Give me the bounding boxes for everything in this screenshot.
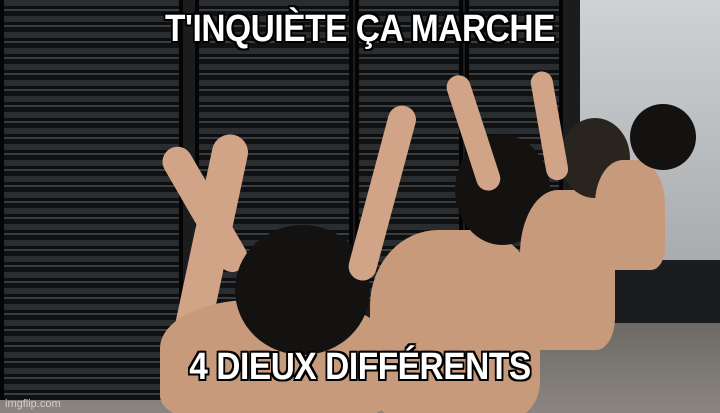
bottom-caption: 4 DIEUX DIFFÉRENTS: [189, 346, 531, 388]
person-head: [630, 104, 696, 170]
top-caption: T'INQUIÈTE ÇA MARCHE: [165, 8, 555, 50]
person-head: [235, 225, 370, 355]
person-back: [595, 160, 665, 270]
server-rack: [0, 0, 183, 400]
watermark: imgflip.com: [5, 398, 61, 410]
meme-image: T'INQUIÈTE ÇA MARCHE 4 DIEUX DIFFÉRENTS …: [0, 0, 720, 413]
